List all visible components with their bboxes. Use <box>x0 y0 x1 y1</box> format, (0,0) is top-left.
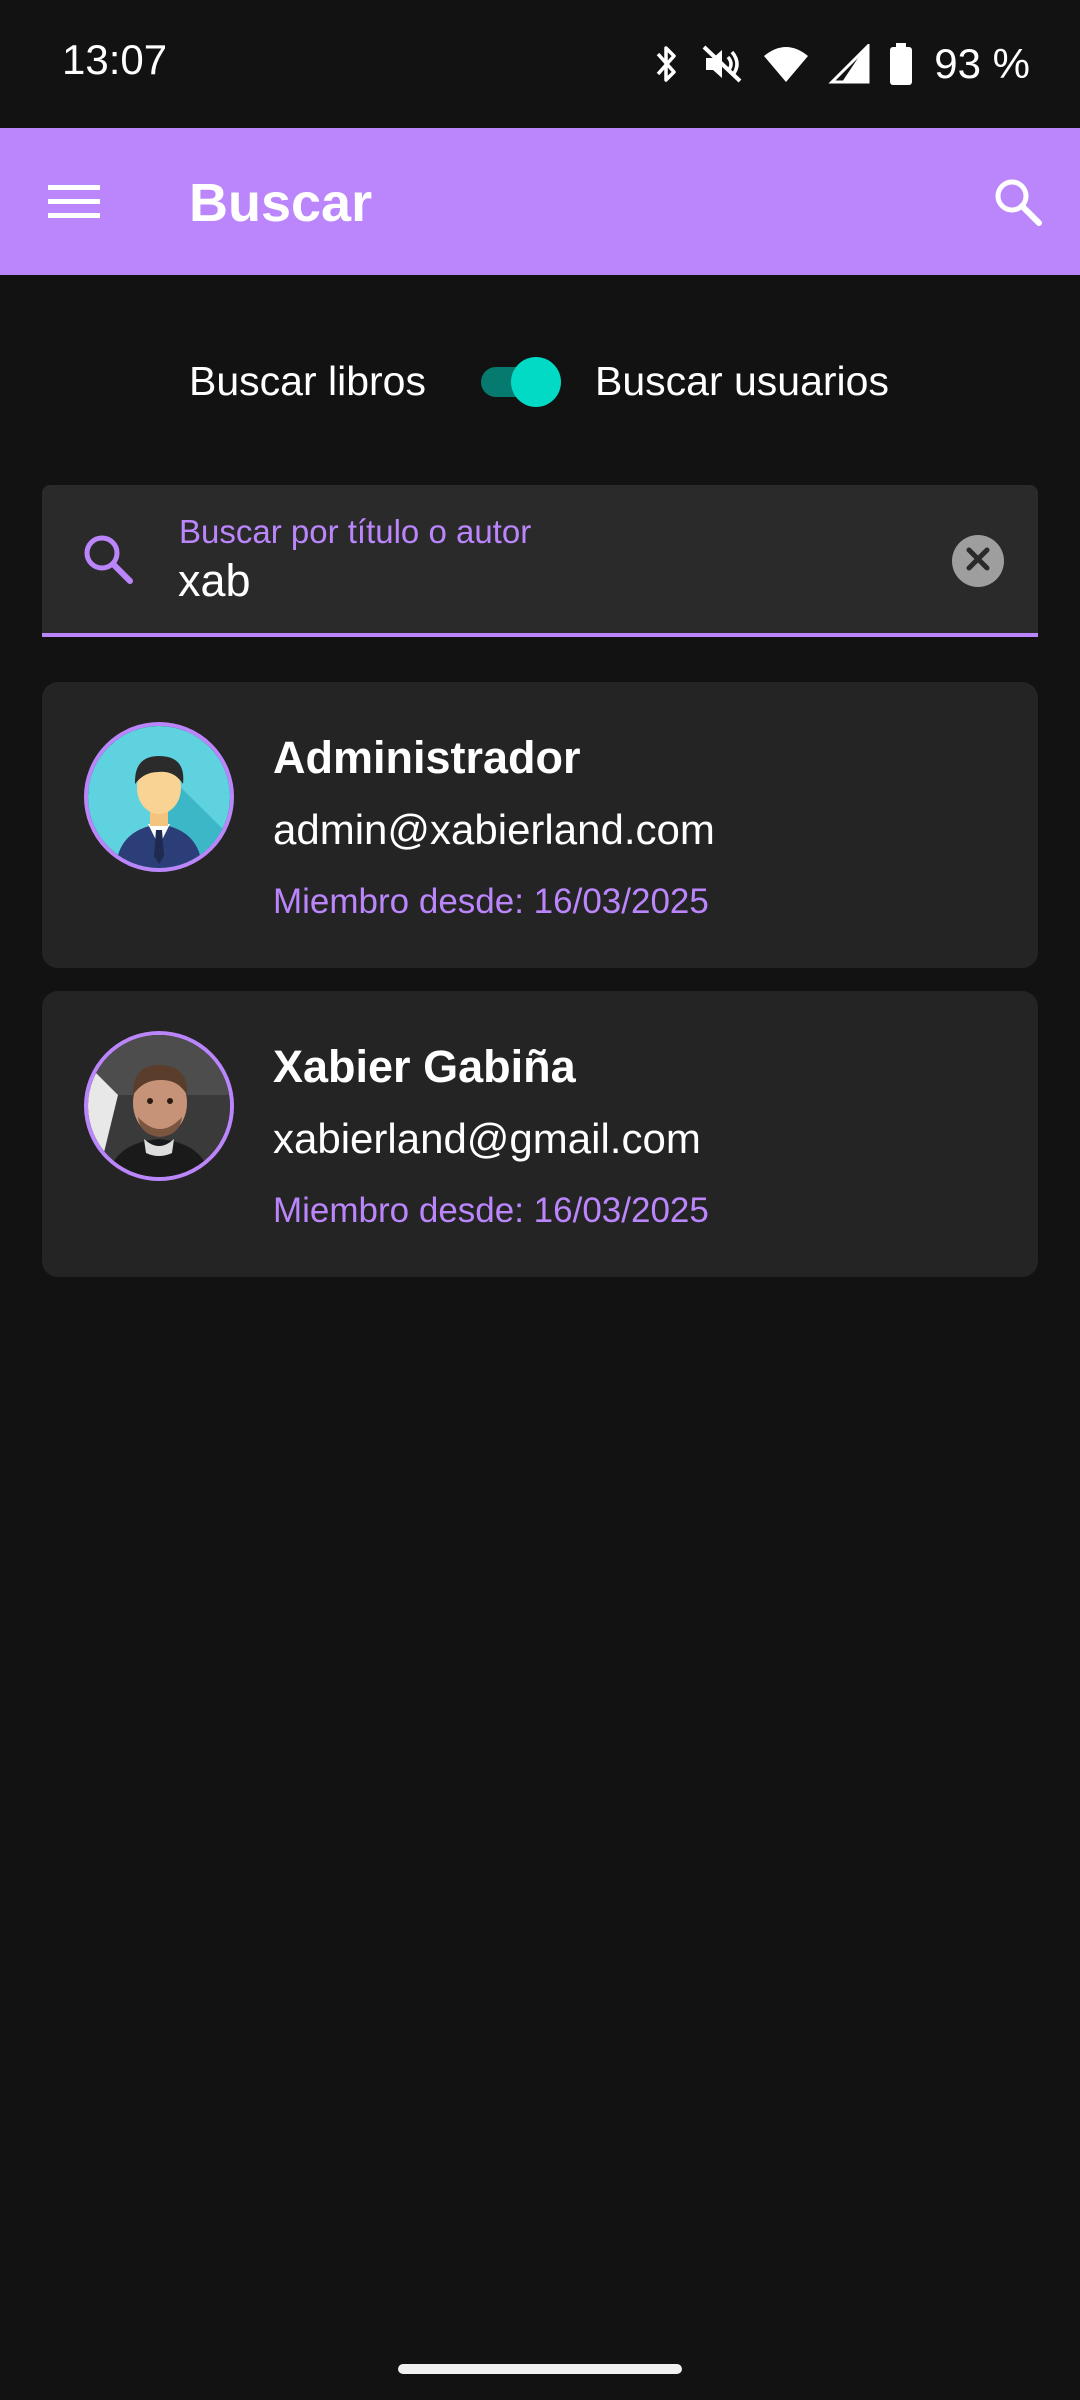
member-since: Miembro desde: 16/03/2025 <box>273 1191 709 1230</box>
user-name: Administrador <box>273 732 581 783</box>
user-name: Xabier Gabiña <box>273 1041 576 1092</box>
search-mode-switch[interactable] <box>481 354 565 408</box>
bluetooth-icon <box>650 44 682 84</box>
user-card-xabier-gabina[interactable]: Xabier Gabiña xabierland@gmail.com Miemb… <box>42 991 1038 1277</box>
search-input[interactable] <box>178 553 918 609</box>
search-field-label: Buscar por título o autor <box>179 513 532 550</box>
gesture-navigation-bar[interactable] <box>398 2364 682 2374</box>
mute-icon <box>700 43 744 85</box>
switch-thumb <box>511 357 561 407</box>
wifi-icon <box>762 44 810 84</box>
search-field[interactable]: Buscar por título o autor <box>42 485 1038 637</box>
status-icons: 93 % <box>650 36 1030 92</box>
menu-icon <box>48 181 100 226</box>
search-mode-toggle-row: Buscar libros Buscar usuarios <box>0 340 1080 422</box>
status-time: 13:07 <box>62 36 168 83</box>
user-email: xabierland@gmail.com <box>273 1115 701 1162</box>
battery-percentage: 93 % <box>934 40 1030 87</box>
clear-icon <box>964 545 992 578</box>
status-bar: 13:07 93 % <box>0 0 1080 128</box>
menu-button[interactable] <box>34 168 114 238</box>
app-bar: Buscar <box>0 128 1080 275</box>
results-list: Administrador admin@xabierland.com Miemb… <box>42 682 1038 1300</box>
page-title: Buscar <box>189 173 373 233</box>
search-icon <box>993 177 1043 232</box>
signal-icon <box>828 44 870 84</box>
screen: 13:07 93 % Buscar Buscar libros Buscar u… <box>0 0 1080 2400</box>
admin-avatar-illustration <box>88 726 230 868</box>
search-icon <box>78 529 138 589</box>
member-since: Miembro desde: 16/03/2025 <box>273 882 709 921</box>
search-button[interactable] <box>978 164 1058 244</box>
user-card-administrador[interactable]: Administrador admin@xabierland.com Miemb… <box>42 682 1038 968</box>
search-users-label[interactable]: Buscar usuarios <box>595 358 889 405</box>
avatar <box>84 1031 234 1181</box>
user-email: admin@xabierland.com <box>273 806 715 853</box>
battery-icon <box>888 42 914 86</box>
user-photo <box>88 1035 230 1177</box>
search-books-label[interactable]: Buscar libros <box>189 358 426 405</box>
avatar <box>84 722 234 872</box>
clear-search-button[interactable] <box>952 535 1004 587</box>
